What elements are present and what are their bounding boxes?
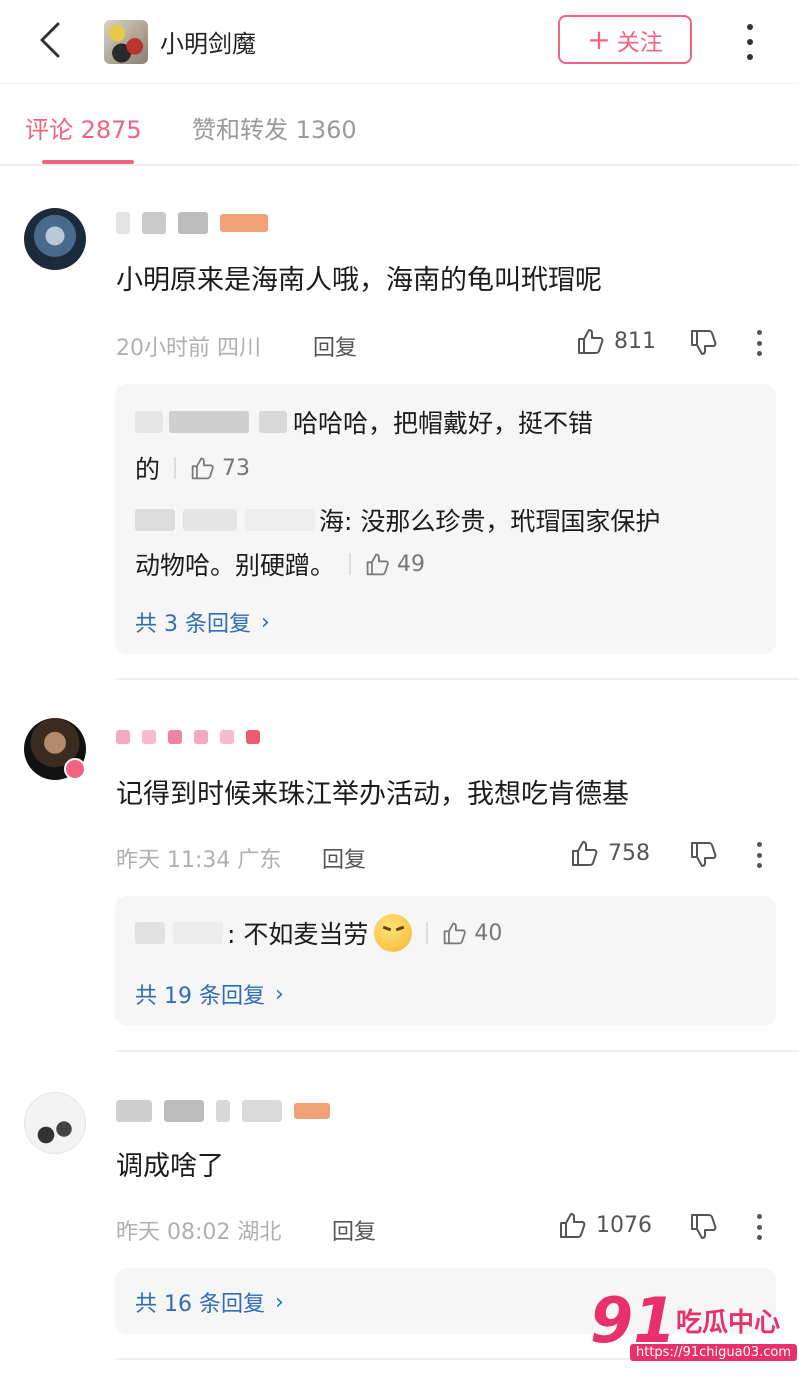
more-options-icon[interactable] (738, 20, 762, 64)
view-more-replies[interactable]: 共 19 条回复 › (135, 978, 284, 1010)
plus-icon: + (587, 22, 611, 56)
reply-line: : 不如麦当劳 40 (135, 914, 502, 952)
active-tab-indicator (42, 160, 134, 164)
reply-like-button[interactable]: 73 (174, 455, 250, 481)
like-count: 758 (608, 840, 650, 866)
reply-like-button[interactable]: 40 (426, 920, 502, 946)
thumbs-down-icon (691, 842, 717, 867)
reply-like-count: 49 (397, 551, 426, 577)
username-blurred[interactable] (116, 210, 268, 236)
username-blurred[interactable] (116, 1098, 330, 1124)
thumbs-up-icon (572, 841, 598, 866)
view-more-replies[interactable]: 共 3 条回复 › (135, 606, 270, 638)
reply-line: 哈哈哈，把帽戴好，挺不错 (135, 404, 593, 440)
follow-label: 关注 (616, 29, 663, 56)
like-count: 1076 (596, 1212, 652, 1238)
chevron-right-icon: › (274, 981, 284, 1007)
thumbs-up-icon (560, 1213, 586, 1238)
reply-line: 海: 没那么珍贵，玳瑁国家保护 (135, 502, 660, 538)
chevron-right-icon: › (274, 1289, 284, 1315)
comment-meta: 昨天 11:34 广东 (116, 848, 282, 873)
reply-text: 动物哈。别硬蹭。 (135, 551, 336, 580)
like-button[interactable]: 1076 (558, 1210, 652, 1240)
comment-item: 记得到时候来珠江举办活动，我想吃肯德基 昨天 11:34 广东 回复 758 :… (0, 680, 799, 1052)
comment-meta: 昨天 08:02 湖北 (116, 1220, 282, 1245)
avatar[interactable] (24, 1092, 86, 1154)
reply-button[interactable]: 回复 (322, 842, 366, 874)
profile-name[interactable]: 小明剑魔 (160, 24, 256, 59)
chevron-left-icon (40, 22, 60, 58)
thumbs-up-icon (366, 553, 389, 576)
like-button[interactable]: 811 (576, 326, 656, 356)
comment-text: 记得到时候来珠江举办活动，我想吃肯德基 (116, 779, 629, 810)
replies-box: : 不如麦当劳 40 共 19 条回复 › (115, 896, 776, 1026)
follow-button[interactable]: + 关注 (558, 15, 692, 64)
reply-button[interactable]: 回复 (313, 330, 357, 362)
dislike-button[interactable] (689, 1212, 719, 1242)
like-button[interactable]: 758 (570, 838, 650, 868)
grimace-emoji-icon (374, 914, 413, 952)
comment-more-icon[interactable] (754, 330, 764, 356)
tab-comments[interactable]: 评论 2875 (25, 110, 142, 145)
view-more-replies[interactable]: 共 16 条回复 › (135, 1286, 284, 1318)
reply-like-count: 73 (222, 455, 251, 481)
reply-like-count: 40 (474, 920, 503, 946)
more-replies-label: 共 19 条回复 (135, 984, 265, 1009)
badge-icon (64, 758, 86, 780)
dislike-button[interactable] (689, 328, 719, 358)
back-button[interactable] (32, 20, 68, 60)
comment-more-icon[interactable] (754, 1214, 764, 1240)
reply-text: 哈哈哈，把帽戴好，挺不错 (293, 409, 594, 438)
reply-like-button[interactable]: 49 (349, 551, 425, 577)
thumbs-up-icon (444, 922, 467, 945)
chevron-right-icon: › (260, 609, 270, 635)
reply-text: 的 (135, 455, 161, 484)
tab-likes-reposts[interactable]: 赞和转发 1360 (192, 110, 357, 145)
username-blurred[interactable] (116, 724, 260, 750)
thumbs-down-icon (691, 1214, 717, 1239)
thumbs-down-icon (691, 330, 717, 355)
dislike-button[interactable] (689, 840, 719, 870)
like-count: 811 (614, 328, 656, 354)
reply-text: : 不如麦当劳 (227, 920, 369, 949)
comment-text: 小明原来是海南人哦，海南的龟叫玳瑁呢 (116, 265, 602, 296)
reply-line: 的 73 (135, 450, 250, 486)
comment-more-icon[interactable] (754, 842, 764, 868)
profile-avatar[interactable] (104, 20, 148, 64)
more-replies-label: 共 16 条回复 (135, 1292, 265, 1317)
replies-box: 哈哈哈，把帽戴好，挺不错 的 73 海: 没那么珍贵，玳瑁国家保护 动物哈。别硬… (115, 384, 776, 654)
watermark-brand: 吃瓜中心 (676, 1308, 781, 1338)
comment-text: 调成啥了 (116, 1151, 224, 1182)
top-bar: 小明剑魔 + 关注 (0, 0, 799, 84)
watermark-url: https://91chigua03.com (630, 1344, 798, 1361)
thumbs-up-icon (578, 329, 604, 354)
reply-button[interactable]: 回复 (332, 1214, 376, 1246)
reply-text: 海: 没那么珍贵，玳瑁国家保护 (319, 507, 661, 536)
comment-item: 小明原来是海南人哦，海南的龟叫玳瑁呢 20小时前 四川 回复 811 哈哈哈，把… (0, 166, 799, 678)
more-replies-label: 共 3 条回复 (135, 612, 251, 637)
reply-line: 动物哈。别硬蹭。 49 (135, 546, 425, 582)
site-watermark: 91 吃瓜中心 https://91chigua03.com (590, 1284, 798, 1370)
avatar[interactable] (24, 208, 86, 270)
thumbs-up-icon (191, 457, 214, 480)
comment-meta: 20小时前 四川 (116, 336, 261, 361)
tab-bar: 评论 2875 赞和转发 1360 (0, 84, 799, 166)
